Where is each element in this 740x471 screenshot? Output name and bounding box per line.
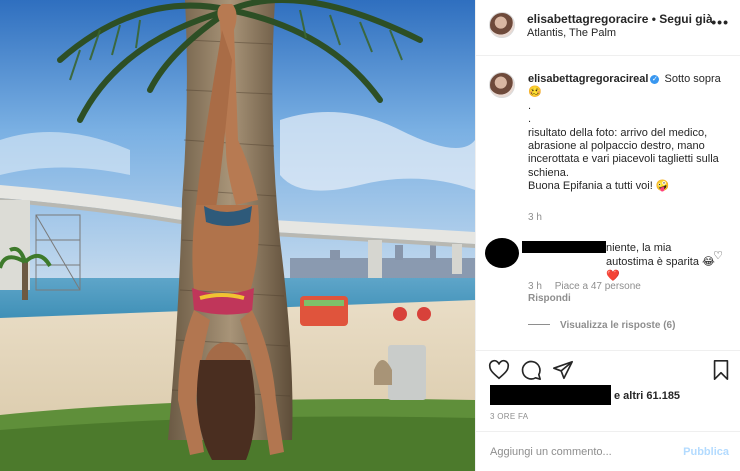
comment-meta: 3 h Piace a 47 persone Rispondi: [528, 281, 651, 305]
view-replies-button[interactable]: Visualizza le risposte (6): [528, 320, 675, 331]
caption-line-4: risultato della foto: arrivo del medico,…: [528, 126, 719, 179]
post-photo[interactable]: [0, 0, 475, 471]
redacted-username: [522, 241, 606, 253]
post-age[interactable]: 3 ORE FA: [490, 412, 528, 421]
comment-text: niente, la mia autostima è sparita 😂❤️: [606, 242, 715, 282]
comment-likes[interactable]: Piace a 47 persone: [555, 281, 641, 292]
author-username-text[interactable]: elisabettagregoracire: [527, 12, 648, 26]
bookmark-icon[interactable]: [710, 359, 732, 381]
post-actions: e altri 61.185 3 ORE FA Aggiungi un comm…: [476, 350, 740, 470]
likes-count[interactable]: e altri 61.185: [614, 390, 680, 402]
share-icon[interactable]: [552, 359, 574, 381]
caption-body: elisabettagregoracireal ✓ Sotto sopra 🥴 .…: [528, 73, 733, 194]
post-header: elisabettagregoracire • Segui già Atlant…: [476, 0, 740, 56]
caption-line-2: .: [528, 99, 532, 112]
comment-icon[interactable]: [520, 359, 542, 381]
author-avatar[interactable]: [489, 12, 515, 38]
heart-icon[interactable]: [488, 359, 510, 381]
post-location[interactable]: Atlantis, The Palm: [527, 27, 616, 39]
caption-username[interactable]: elisabettagregoracireal: [528, 73, 648, 85]
caption-time[interactable]: 3 h: [528, 212, 542, 223]
author-username[interactable]: elisabettagregoracire • Segui già: [527, 12, 713, 26]
comment-like-icon[interactable]: ♡: [713, 249, 723, 262]
comment-time[interactable]: 3 h: [528, 281, 542, 292]
caption-line-5: Buona Epifania a tutti voi! 🤪: [528, 180, 670, 193]
redacted-likers: [490, 385, 611, 405]
publish-button[interactable]: Pubblica: [683, 446, 729, 458]
redacted-avatar: [485, 238, 519, 268]
follow-status[interactable]: • Segui già: [652, 12, 713, 26]
reply-button[interactable]: Rispondi: [528, 293, 571, 304]
add-comment-bar: Aggiungi un commento... Pubblica: [476, 431, 740, 471]
caption-avatar[interactable]: [489, 72, 515, 98]
photo-illustration: [0, 0, 475, 471]
more-options-icon[interactable]: •••: [711, 14, 729, 30]
verified-badge-icon: ✓: [650, 75, 660, 84]
post-sidebar: elisabettagregoracire • Segui già Atlant…: [475, 0, 740, 471]
comment-input[interactable]: Aggiungi un commento...: [490, 446, 612, 458]
caption-line-3: .: [528, 113, 532, 126]
